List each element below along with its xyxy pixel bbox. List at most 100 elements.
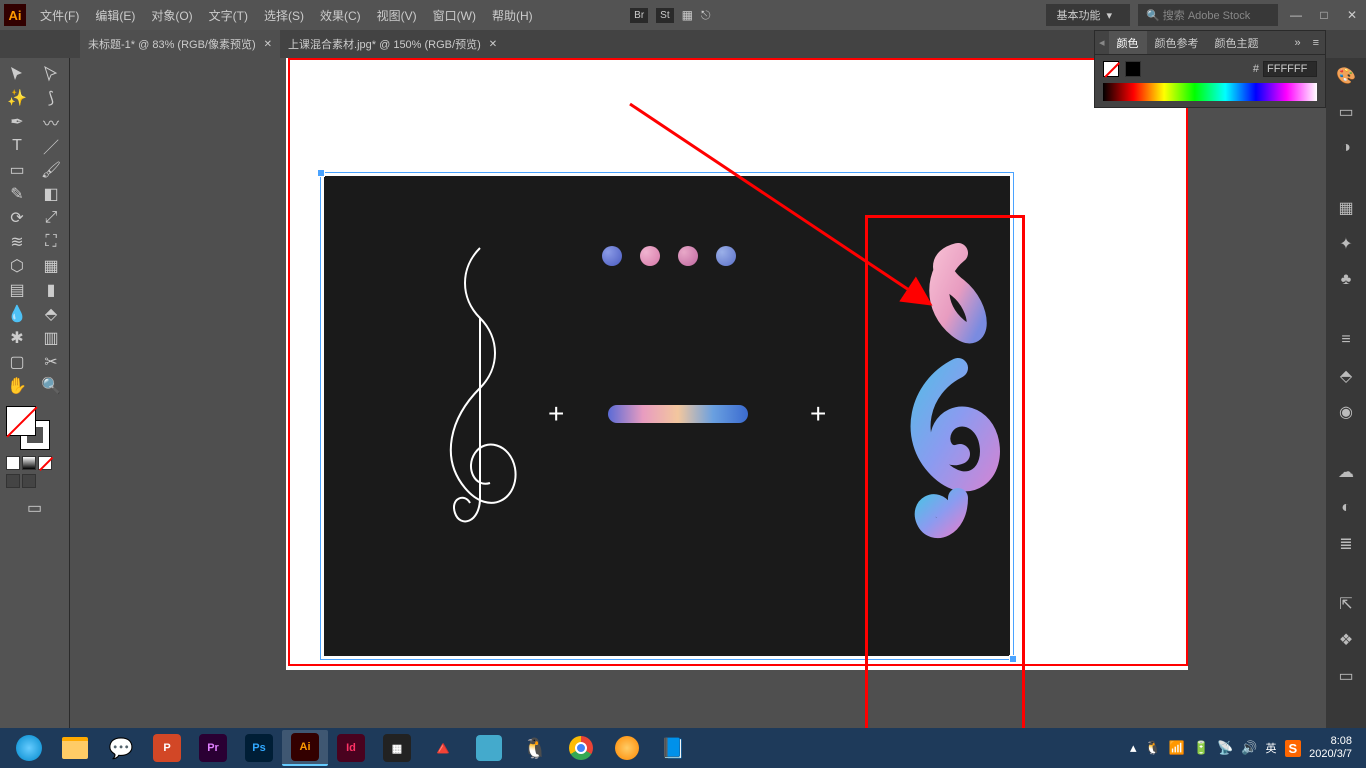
menu-select[interactable]: 选择(S) <box>256 7 312 24</box>
line-tool[interactable]: ／ <box>34 134 68 158</box>
color-mode-button[interactable] <box>6 456 20 470</box>
swatches-panel-icon[interactable]: ◑ <box>1332 134 1360 162</box>
taskbar-app-tool3[interactable] <box>604 730 650 766</box>
selection-tool[interactable] <box>0 62 34 86</box>
zoom-tool[interactable]: 🔍 <box>34 374 68 398</box>
clock[interactable]: 8:08 2020/3/7 <box>1309 735 1352 761</box>
screen-mode-button[interactable]: ▭ <box>27 498 42 518</box>
brushes-panel-icon[interactable]: ▦ <box>1332 194 1360 222</box>
panel-menu-icon[interactable]: ≡ <box>1307 37 1325 49</box>
slice-tool[interactable]: ✂ <box>34 350 68 374</box>
menu-file[interactable]: 文件(F) <box>32 7 87 24</box>
taskbar-app-explorer[interactable] <box>52 730 98 766</box>
menu-edit[interactable]: 编辑(E) <box>87 7 143 24</box>
transform-panel-icon[interactable]: ⬘ <box>1332 362 1360 390</box>
hex-input[interactable] <box>1263 61 1317 77</box>
color-panel-tab-themes[interactable]: 颜色主题 <box>1207 31 1267 54</box>
eyedropper-tool[interactable]: 💧 <box>0 302 34 326</box>
taskbar-app-indesign[interactable]: Id <box>328 730 374 766</box>
lasso-tool[interactable]: ⟆ <box>34 86 68 110</box>
tray-sogou-icon[interactable]: S <box>1285 741 1302 756</box>
taskbar-app-powerpoint[interactable]: P <box>144 730 190 766</box>
tray-battery-icon[interactable]: 🔋 <box>1193 740 1209 756</box>
taskbar-app-tool2[interactable] <box>466 730 512 766</box>
type-tool[interactable]: T <box>0 134 34 158</box>
fill-stroke-swatch[interactable]: ▭ <box>0 398 69 526</box>
taskbar-app-folder[interactable]: 📘 <box>650 730 696 766</box>
width-tool[interactable]: ≋ <box>0 230 34 254</box>
draw-behind-button[interactable] <box>22 474 36 488</box>
stock-icon[interactable]: St <box>656 8 673 23</box>
document-tab-2[interactable]: 上课混合素材.jpg* @ 150% (RGB/预览) ✕ <box>280 30 505 58</box>
menu-type[interactable]: 文字(T) <box>201 7 256 24</box>
gradient-tool[interactable]: ▮ <box>34 278 68 302</box>
asset-export-icon[interactable]: ⇱ <box>1332 590 1360 618</box>
taskbar-app-browser[interactable] <box>6 730 52 766</box>
rotate-tool[interactable]: ⟳ <box>0 206 34 230</box>
close-icon[interactable]: ✕ <box>489 39 497 50</box>
menu-object[interactable]: 对象(O) <box>143 7 200 24</box>
color-spectrum[interactable] <box>1103 83 1317 101</box>
taskbar-app-wechat[interactable]: 💬 <box>98 730 144 766</box>
workspace-switcher[interactable]: 基本功能 ▾ <box>1046 4 1130 26</box>
draw-normal-button[interactable] <box>6 474 20 488</box>
taskbar-app-qq[interactable]: 🐧 <box>512 730 558 766</box>
taskbar-app-media[interactable]: ▦ <box>374 730 420 766</box>
window-minimize[interactable]: — <box>1286 7 1306 23</box>
magic-wand-tool[interactable]: ✨ <box>0 86 34 110</box>
window-close[interactable]: ✕ <box>1342 7 1362 23</box>
layers-panel-icon[interactable]: ≣ <box>1332 530 1360 558</box>
mesh-tool[interactable]: ▤ <box>0 278 34 302</box>
links-panel-icon[interactable]: ▭ <box>1332 662 1360 690</box>
stroke-indicator[interactable] <box>1125 61 1141 77</box>
taskbar-app-photoshop[interactable]: Ps <box>236 730 282 766</box>
gpu-icon[interactable]: ⎋ <box>701 8 711 23</box>
symbols-panel-icon[interactable]: ✦ <box>1332 230 1360 258</box>
artboards-panel-icon[interactable]: ❖ <box>1332 626 1360 654</box>
pen-tool[interactable]: ✒ <box>0 110 34 134</box>
menu-window[interactable]: 窗口(W) <box>425 7 484 24</box>
tray-wifi-icon[interactable]: 📡 <box>1217 740 1233 756</box>
graphic-styles-icon[interactable]: ◐ <box>1332 494 1360 522</box>
menu-help[interactable]: 帮助(H) <box>484 7 541 24</box>
shaper-tool[interactable]: ✎ <box>0 182 34 206</box>
stroke-panel-icon[interactable]: ♣ <box>1332 266 1360 294</box>
taskbar-app-premiere[interactable]: Pr <box>190 730 236 766</box>
fill-swatch[interactable] <box>6 406 36 436</box>
cc-libraries-icon[interactable]: ☁ <box>1332 458 1360 486</box>
direct-selection-tool[interactable] <box>34 62 68 86</box>
color-panel-tab-guide[interactable]: 颜色参考 <box>1147 31 1207 54</box>
ime-indicator[interactable]: 英 <box>1266 740 1277 756</box>
gradient-mode-button[interactable] <box>22 456 36 470</box>
blend-tool[interactable]: ⬘ <box>34 302 68 326</box>
window-restore[interactable]: □ <box>1314 7 1334 23</box>
graph-tool[interactable]: ▥ <box>34 326 68 350</box>
symbol-sprayer-tool[interactable]: ✱ <box>0 326 34 350</box>
menu-view[interactable]: 视图(V) <box>369 7 425 24</box>
taskbar-app-illustrator[interactable]: Ai <box>282 730 328 766</box>
paintbrush-tool[interactable]: 🖌 <box>34 158 68 182</box>
color-panel[interactable]: ◂ 颜色 颜色参考 颜色主题 » ≡ # <box>1094 30 1326 108</box>
shape-builder-tool[interactable]: ⬡ <box>0 254 34 278</box>
scale-tool[interactable]: ⤢ <box>34 206 68 230</box>
document-tab-1[interactable]: 未标题-1* @ 83% (RGB/像素预览) ✕ <box>80 30 280 58</box>
tray-network-icon[interactable]: 📶 <box>1169 740 1185 756</box>
bridge-icon[interactable]: Br <box>630 8 648 23</box>
canvas[interactable]: + + 83% ▾ <box>70 58 1326 752</box>
tray-qq-icon[interactable]: 🐧 <box>1145 740 1161 756</box>
tray-expand-icon[interactable]: ▴ <box>1130 740 1137 756</box>
close-icon[interactable]: ✕ <box>264 39 272 50</box>
menu-effect[interactable]: 效果(C) <box>312 7 369 24</box>
perspective-tool[interactable]: ▦ <box>34 254 68 278</box>
panel-collapse-icon[interactable]: » <box>1288 37 1306 49</box>
eraser-tool[interactable]: ◧ <box>34 182 68 206</box>
rectangle-tool[interactable]: ▭ <box>0 158 34 182</box>
arrange-icon[interactable]: ▦ <box>682 8 693 22</box>
fill-indicator[interactable] <box>1103 61 1119 77</box>
tray-volume-icon[interactable]: 🔊 <box>1241 740 1257 756</box>
properties-panel-icon[interactable]: ▭ <box>1332 98 1360 126</box>
color-panel-tab-color[interactable]: 颜色 <box>1109 31 1147 54</box>
none-mode-button[interactable] <box>38 456 52 470</box>
taskbar-app-chrome[interactable] <box>558 730 604 766</box>
search-stock-input[interactable]: 🔍 搜索 Adobe Stock <box>1138 4 1278 26</box>
